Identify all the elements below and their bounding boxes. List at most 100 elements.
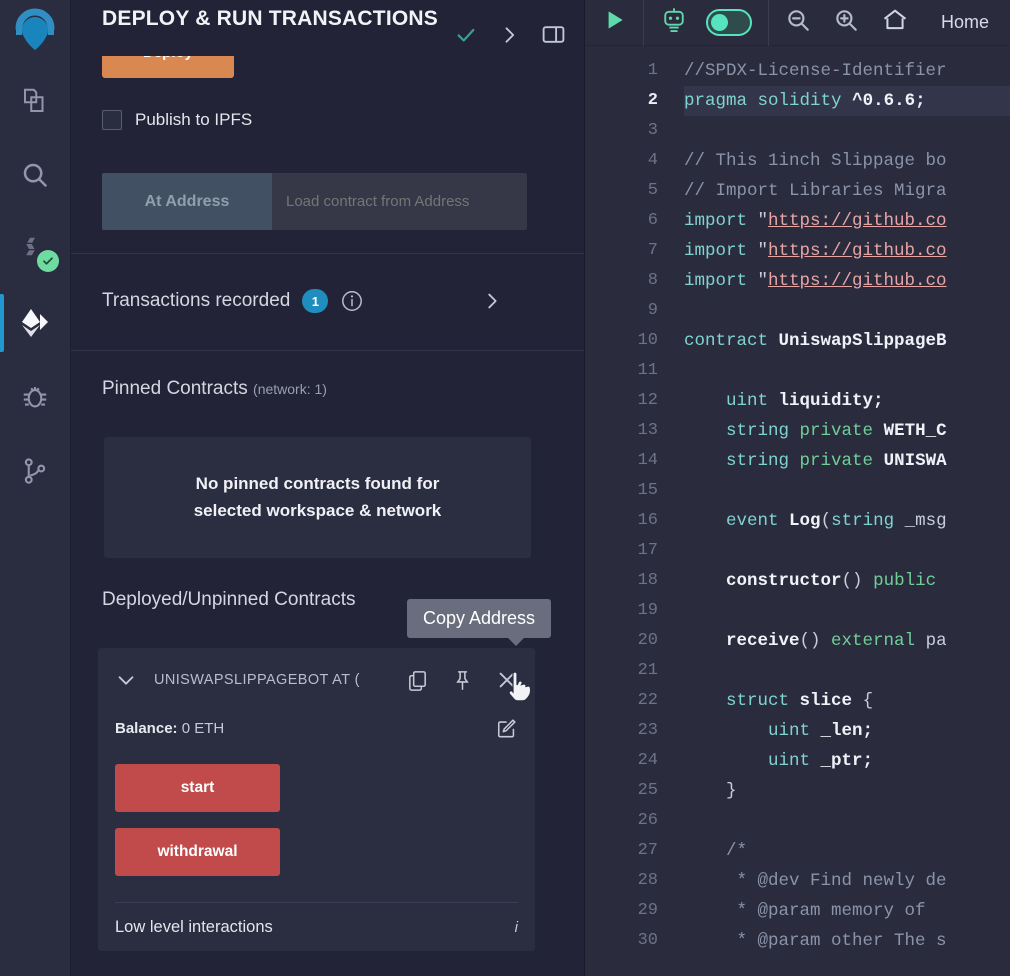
code-line[interactable]: import "https://github.co [684, 206, 1010, 236]
copy-address-icon[interactable] [406, 669, 429, 692]
code-token: contract [684, 331, 769, 351]
chevron-down-icon[interactable] [115, 669, 137, 691]
panel-layout-icon[interactable] [541, 22, 566, 47]
code-line[interactable] [684, 596, 1010, 626]
line-number: 28 [637, 871, 658, 890]
contract-card-header[interactable]: UNISWAPSLIPPAGEBOT AT ( [115, 662, 518, 698]
zoom-in-icon[interactable] [833, 7, 859, 38]
code-line[interactable]: * @param memory of [684, 896, 1010, 926]
check-icon[interactable] [455, 24, 477, 46]
code-line[interactable]: import "https://github.co [684, 236, 1010, 266]
sidebar-item-solidity-compiler[interactable] [0, 212, 71, 286]
transactions-recorded-row[interactable]: Transactions recorded 1 [102, 283, 553, 319]
code-line[interactable]: } [684, 776, 1010, 806]
code-token: import [684, 271, 748, 291]
code-content[interactable]: //SPDX-License-Identifier pragma solidity… [672, 46, 1010, 976]
chevron-right-icon[interactable] [481, 290, 503, 312]
robot-ai-icon[interactable] [660, 6, 688, 39]
at-address-input[interactable] [272, 173, 527, 230]
balance-label: Balance: [115, 719, 178, 737]
contract-function-withdrawal[interactable]: withdrawal [115, 828, 280, 876]
code-line[interactable] [684, 356, 1010, 386]
sidebar-item-git[interactable] [0, 434, 71, 508]
code-line[interactable]: struct slice { [684, 686, 1010, 716]
info-icon[interactable] [340, 289, 364, 313]
code-line[interactable] [684, 476, 1010, 506]
line-number: 12 [637, 391, 658, 410]
code-line[interactable]: uint _ptr; [684, 746, 1010, 776]
remix-logo[interactable] [6, 6, 64, 64]
contract-balance-text: Balance: 0 ETH [115, 720, 224, 737]
ai-toggle-switch[interactable] [706, 9, 752, 36]
code-line[interactable]: pragma solidity ^0.6.6; [684, 86, 1010, 116]
code-line[interactable]: event Log(string _msg [684, 506, 1010, 536]
line-number: 19 [637, 601, 658, 620]
sidebar-item-debugger[interactable] [0, 360, 71, 434]
search-icon [20, 160, 50, 190]
code-line[interactable]: import "https://github.co [684, 266, 1010, 296]
code-line[interactable] [684, 296, 1010, 326]
code-line[interactable]: uint liquidity; [684, 386, 1010, 416]
code-line[interactable]: * @param other The s [684, 926, 1010, 956]
code-line[interactable] [684, 116, 1010, 146]
sidebar-item-deploy-run[interactable] [0, 286, 71, 360]
line-number: 29 [637, 901, 658, 920]
zoom-out-icon[interactable] [785, 7, 811, 38]
code-line[interactable]: // Import Libraries Migra [684, 176, 1010, 206]
code-line[interactable]: // This 1inch Slippage bo [684, 146, 1010, 176]
code-line[interactable]: receive() external pa [684, 626, 1010, 656]
code-token: () [799, 631, 832, 651]
sidebar-item-search[interactable] [0, 138, 71, 212]
code-token: https://github.co [768, 211, 947, 231]
at-address-button[interactable]: At Address [102, 173, 272, 230]
transactions-recorded-label: Transactions recorded [102, 290, 291, 311]
code-line[interactable]: string private UNISWA [684, 446, 1010, 476]
line-number: 8 [647, 271, 658, 290]
code-token: { [852, 691, 874, 711]
pinned-contracts-network: (network: 1) [253, 381, 327, 397]
line-number: 15 [637, 481, 658, 500]
home-icon[interactable] [881, 6, 909, 39]
code-line[interactable]: string private WETH_C [684, 416, 1010, 446]
code-token: private [799, 421, 874, 441]
contract-function-start[interactable]: start [115, 764, 280, 812]
file-explorer-icon [20, 86, 50, 116]
line-number: 6 [647, 211, 658, 230]
compiler-success-badge [36, 250, 59, 272]
code-line[interactable]: uint _len; [684, 716, 1010, 746]
code-line[interactable] [684, 806, 1010, 836]
code-line[interactable]: * @dev Find newly de [684, 866, 1010, 896]
chevron-right-icon[interactable] [499, 25, 519, 45]
run-play-icon[interactable] [601, 7, 627, 38]
sidebar-item-file-explorer[interactable] [0, 64, 71, 138]
code-token: event [726, 511, 779, 531]
code-token: public [873, 571, 937, 591]
code-line[interactable] [684, 656, 1010, 686]
code-line[interactable]: contract UniswapSlippageB [684, 326, 1010, 356]
line-number: 13 [637, 421, 658, 440]
contract-card-actions [406, 669, 518, 692]
home-label[interactable]: Home [941, 12, 989, 33]
pinned-empty-line1: No pinned contracts found for [195, 474, 440, 493]
publish-ipfs-row[interactable]: Publish to IPFS [102, 110, 252, 130]
low-level-info-icon[interactable]: i [515, 919, 518, 936]
edit-balance-icon[interactable] [496, 717, 518, 739]
line-number: 11 [637, 361, 658, 380]
pin-icon[interactable] [451, 669, 474, 692]
code-line[interactable]: /* [684, 836, 1010, 866]
code-token: string [831, 511, 895, 531]
code-line[interactable]: constructor() public [684, 566, 1010, 596]
publish-ipfs-checkbox[interactable] [102, 110, 122, 130]
code-line[interactable]: //SPDX-License-Identifier [684, 56, 1010, 86]
code-line[interactable] [684, 536, 1010, 566]
